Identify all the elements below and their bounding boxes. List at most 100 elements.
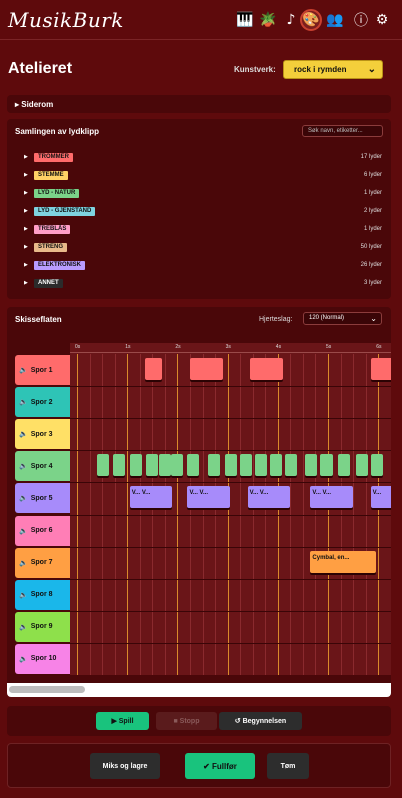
track-label[interactable]: 🔈 Spor 10 bbox=[15, 643, 70, 674]
clip-block[interactable] bbox=[145, 454, 158, 477]
expand-icon: ▶ bbox=[24, 262, 28, 268]
sound-library-panel: Samlingen av lydklipp Søk navn, etikette… bbox=[7, 119, 391, 299]
clip-block[interactable] bbox=[250, 358, 283, 380]
track-label[interactable]: 🔈 Spor 8 bbox=[15, 579, 70, 610]
play-button[interactable]: ▶ Spill bbox=[96, 712, 149, 730]
tempo-select[interactable]: 120 (Normal) ⌄ bbox=[303, 312, 382, 325]
tempo-label: Hjerteslag: bbox=[259, 316, 293, 323]
clip-block[interactable]: V... V... bbox=[129, 486, 173, 509]
people-icon[interactable]: 👥 bbox=[326, 11, 344, 29]
app-logo[interactable]: MusikBurk bbox=[8, 8, 124, 32]
speaker-icon[interactable]: 🔈 bbox=[19, 623, 28, 631]
tick-label: 3s bbox=[225, 344, 231, 350]
speaker-icon[interactable]: 🔈 bbox=[19, 430, 28, 438]
track-divider bbox=[70, 482, 391, 484]
scrollbar-thumb[interactable] bbox=[9, 686, 85, 693]
track-label[interactable]: 🔈 Spor 2 bbox=[15, 387, 70, 418]
clip-block[interactable] bbox=[270, 454, 283, 477]
clip-block[interactable] bbox=[240, 454, 253, 477]
clip-block[interactable] bbox=[285, 454, 298, 477]
tick-label: 2s bbox=[175, 344, 181, 350]
search-input[interactable]: Søk navn, etiketter... bbox=[302, 125, 383, 137]
speaker-icon[interactable]: 🔈 bbox=[19, 591, 28, 599]
rewind-button[interactable]: ↺ Begynnelsen bbox=[219, 712, 302, 730]
track-divider bbox=[70, 450, 391, 452]
piano-icon[interactable]: 🎹 bbox=[236, 11, 254, 29]
category-row[interactable]: ▶ LYD - NATUR 1 lyder bbox=[22, 188, 382, 199]
stop-button[interactable]: ■ Stopp bbox=[156, 712, 217, 730]
clip-block[interactable] bbox=[370, 358, 391, 380]
clip-block[interactable] bbox=[370, 454, 383, 477]
clip-block[interactable] bbox=[255, 454, 268, 477]
siderom-panel[interactable]: ▸ Siderom bbox=[7, 95, 391, 113]
track-label[interactable]: 🔈 Spor 1 bbox=[15, 355, 70, 385]
clip-block[interactable] bbox=[189, 358, 223, 380]
page-title: Atelieret bbox=[8, 60, 73, 77]
palette-icon[interactable]: 🎨 bbox=[300, 9, 322, 31]
clip-block[interactable] bbox=[129, 454, 142, 477]
horizontal-scrollbar[interactable] bbox=[7, 683, 391, 697]
clip-block[interactable] bbox=[338, 454, 351, 477]
time-ruler[interactable]: 0s 1s 2s 3s 4s 5s 6s bbox=[70, 343, 391, 353]
clip-block[interactable]: V... V... bbox=[187, 486, 231, 509]
clip-block[interactable]: Cymbal, en... bbox=[310, 550, 376, 573]
expand-icon: ▶ bbox=[24, 154, 28, 160]
clip-block[interactable]: V... bbox=[370, 486, 391, 509]
track-name: Spor 10 bbox=[30, 655, 57, 663]
expand-icon: ▶ bbox=[24, 172, 28, 178]
clip-block[interactable]: V... V... bbox=[310, 486, 354, 509]
speaker-icon[interactable]: 🔈 bbox=[19, 527, 28, 535]
clip-block[interactable] bbox=[113, 454, 126, 477]
category-row[interactable]: ▶ STRENG 50 lyder bbox=[22, 242, 382, 253]
info-icon[interactable]: ⓘ bbox=[352, 11, 370, 29]
category-row[interactable]: ▶ TREBLÅS 1 lyder bbox=[22, 224, 382, 235]
speaker-icon[interactable]: 🔈 bbox=[19, 462, 28, 470]
sketch-area-title: Skisseflaten bbox=[15, 315, 62, 324]
track-label[interactable]: 🔈 Spor 7 bbox=[15, 547, 70, 578]
clear-button[interactable]: Tøm bbox=[267, 753, 309, 779]
clip-block[interactable] bbox=[158, 454, 171, 477]
track-divider bbox=[70, 514, 391, 516]
gear-icon[interactable]: ⚙ bbox=[373, 11, 391, 29]
track-label[interactable]: 🔈 Spor 3 bbox=[15, 419, 70, 450]
clip-block[interactable] bbox=[225, 454, 238, 477]
sound-library-title: Samlingen av lydklipp bbox=[15, 127, 100, 136]
category-count: 2 lyder bbox=[363, 208, 382, 214]
plant-icon[interactable]: 🪴 bbox=[259, 11, 277, 29]
speaker-icon[interactable]: 🔈 bbox=[19, 494, 28, 502]
finish-button[interactable]: ✔ Fullfør bbox=[185, 753, 255, 779]
clip-block[interactable] bbox=[144, 358, 163, 380]
transport-bar: ▶ Spill ■ Stopp ↺ Begynnelsen bbox=[7, 706, 391, 736]
category-row[interactable]: ▶ ANNET 3 lyder bbox=[22, 278, 382, 289]
speaker-icon[interactable]: 🔈 bbox=[19, 559, 28, 567]
clip-block[interactable] bbox=[207, 454, 220, 477]
track-name: Spor 2 bbox=[30, 398, 53, 406]
speaker-icon[interactable]: 🔈 bbox=[19, 655, 28, 663]
speaker-icon[interactable]: 🔈 bbox=[19, 366, 28, 374]
track-label[interactable]: 🔈 Spor 9 bbox=[15, 611, 70, 642]
category-row[interactable]: ▶ STEMME 6 lyder bbox=[22, 170, 382, 181]
clip-block[interactable] bbox=[97, 454, 110, 477]
mix-save-button[interactable]: Miks og lagre bbox=[90, 753, 160, 779]
kunstverk-select[interactable]: rock i rymden ⌄ bbox=[283, 60, 383, 79]
category-count: 3 lyder bbox=[363, 280, 382, 286]
clip-block[interactable] bbox=[320, 454, 333, 477]
category-row[interactable]: ▶ LYD - GJENSTAND 2 lyder bbox=[22, 206, 382, 217]
track-label[interactable]: 🔈 Spor 6 bbox=[15, 515, 70, 546]
track-label[interactable]: 🔈 Spor 5 bbox=[15, 483, 70, 514]
speaker-icon[interactable]: 🔈 bbox=[19, 398, 28, 406]
timeline[interactable]: 0s 1s 2s 3s 4s 5s 6s V... V... V... V... V... V.… bbox=[70, 343, 391, 675]
clip-block[interactable]: V... V... bbox=[247, 486, 291, 509]
tick-label: 5s bbox=[326, 344, 332, 350]
notes-icon[interactable]: ♪ bbox=[282, 11, 300, 29]
tick-label: 6s bbox=[376, 344, 382, 350]
clip-block[interactable] bbox=[355, 454, 368, 477]
category-chip: TREBLÅS bbox=[34, 225, 71, 234]
clip-block[interactable] bbox=[187, 454, 200, 477]
category-row[interactable]: ▶ TROMMER 17 lyder bbox=[22, 152, 382, 163]
clip-block[interactable] bbox=[305, 454, 318, 477]
track-divider bbox=[70, 386, 391, 388]
track-label[interactable]: 🔈 Spor 4 bbox=[15, 451, 70, 482]
category-row[interactable]: ▶ ELEKTRONISK 26 lyder bbox=[22, 260, 382, 271]
clip-block[interactable] bbox=[171, 454, 184, 477]
